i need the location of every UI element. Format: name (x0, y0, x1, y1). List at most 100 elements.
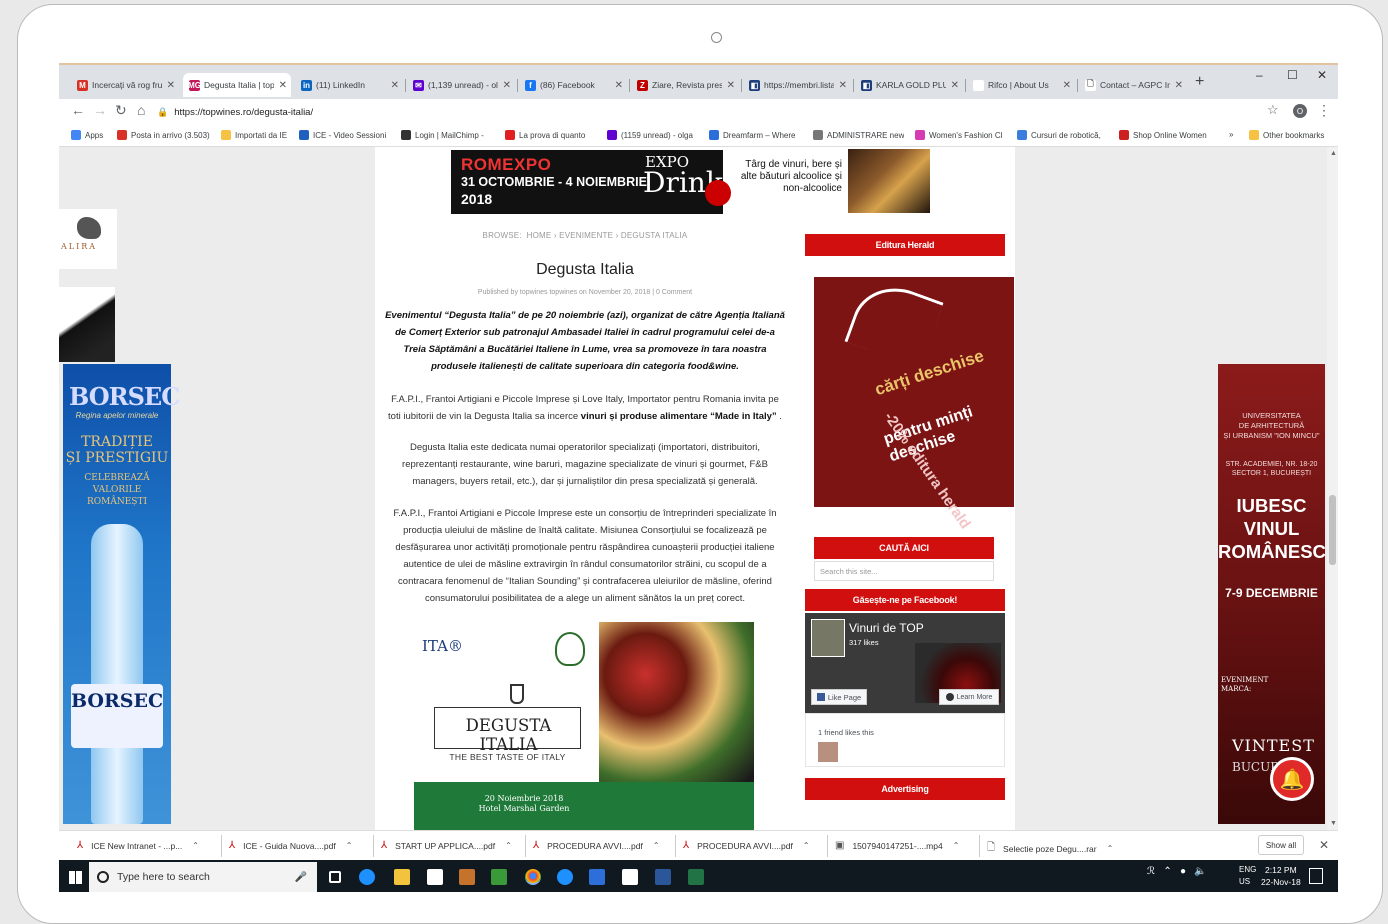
browser-tab[interactable]: ◧ https://membri.lista ✕ (743, 73, 851, 97)
friend-avatar[interactable] (818, 742, 838, 762)
tab-close-icon[interactable]: ✕ (167, 80, 175, 91)
breadcrumb-home[interactable]: HOME (527, 231, 552, 240)
browser-tab[interactable]: Rifco | About Us ✕ (967, 73, 1075, 97)
expo-drink-banner[interactable]: ROMEXPO 31 OCTOMBRIE - 4 NOIEMBRIE 2018 … (451, 150, 731, 214)
browser-tab[interactable]: f (86) Facebook ✕ (519, 73, 627, 97)
page-scrollbar[interactable]: ▲ ▼ (1327, 147, 1338, 830)
tab-close-icon[interactable]: ✕ (279, 80, 287, 91)
chevron-up-icon[interactable]: ⌃ (505, 841, 512, 850)
tab-close-icon[interactable]: ✕ (1063, 80, 1071, 91)
fb-learn-more-button[interactable]: Learn More (939, 689, 999, 705)
profile-avatar[interactable]: O (1293, 104, 1307, 118)
browser-tab[interactable]: ◧ KARLA GOLD PLUS ✕ (855, 73, 963, 97)
show-all-downloads-button[interactable]: Show all (1258, 835, 1304, 855)
chevron-up-icon[interactable]: ⌃ (803, 841, 810, 850)
file-explorer-icon[interactable] (394, 869, 410, 885)
tab-close-icon[interactable]: ✕ (503, 80, 511, 91)
microphone-icon[interactable]: 🎤 (295, 872, 307, 883)
system-tray[interactable]: ℛ ⌃ ● 🔈 (1147, 866, 1207, 877)
bookmark-item[interactable]: ADMINISTRARE new (813, 130, 904, 140)
bookmark-item[interactable]: Cursuri de robotică, (1017, 130, 1101, 140)
download-item[interactable]: ⅄ PROCEDURA AVVI....pdf ⌃ (533, 840, 660, 851)
mail-icon[interactable] (622, 869, 638, 885)
store-icon[interactable] (427, 869, 443, 885)
app-icon[interactable] (491, 869, 507, 885)
download-item[interactable]: ▣ 1507940147251-....mp4 ⌃ (835, 840, 959, 851)
facebook-page-widget[interactable]: Vinuri de TOP 317 likes Like Page Learn … (805, 613, 1005, 713)
chevron-up-icon[interactable]: ⌃ (346, 841, 353, 850)
bookmark-item[interactable]: Dreamfarm – Where (709, 130, 795, 140)
tab-close-icon[interactable]: ✕ (391, 80, 399, 91)
chrome-icon[interactable] (525, 869, 541, 885)
menu-icon[interactable]: ⋮ (1317, 102, 1331, 119)
more-bookmarks-icon[interactable]: » (1229, 130, 1233, 139)
excel-icon[interactable] (688, 869, 704, 885)
download-item[interactable]: ⅄ START UP APPLICA....pdf ⌃ (381, 840, 512, 851)
download-app-icon[interactable] (589, 869, 605, 885)
bookmark-item[interactable]: (1159 unread) - olga (607, 130, 693, 140)
borsec-ad[interactable]: BORSEC Regina apelor minerale TRADIȚIE Ș… (63, 364, 180, 824)
download-item[interactable]: 🗋 Selectie poze Degu....rar ⌃ (987, 840, 1113, 857)
other-bookmarks[interactable]: Other bookmarks (1249, 130, 1324, 140)
edge-icon[interactable] (359, 869, 375, 885)
alira-logo-ad[interactable]: ALIRA (59, 209, 117, 269)
home-icon[interactable]: ⌂ (137, 102, 145, 118)
breadcrumb-evenimente[interactable]: EVENIMENTE (559, 231, 613, 240)
scroll-up-icon[interactable]: ▲ (1330, 150, 1337, 157)
iubesc-vinul-romanesc-ad[interactable]: UNIVERSITATEA DE ARHITECTURĂ ȘI URBANISM… (1218, 364, 1326, 824)
windows-start-icon[interactable] (69, 871, 82, 884)
tab-close-icon[interactable]: ✕ (615, 80, 623, 91)
taskbar-search[interactable]: Type here to search 🎤 (89, 862, 317, 892)
wine-bottle-ad-image[interactable] (59, 287, 115, 362)
site-search-input[interactable]: Search this site... (814, 561, 994, 581)
task-view-icon[interactable] (329, 871, 341, 883)
fb-like-page-button[interactable]: Like Page (811, 689, 867, 705)
tab-close-icon[interactable]: ✕ (951, 80, 959, 91)
new-tab-icon[interactable]: + (1195, 73, 1204, 91)
tab-close-icon[interactable]: ✕ (727, 80, 735, 91)
bookmark-item[interactable]: Importati da IE (221, 130, 287, 140)
browser-tab[interactable]: Z Ziare, Revista prese ✕ (631, 73, 739, 97)
bookmark-item[interactable]: Women's Fashion Cl (915, 130, 1002, 140)
bookmark-item[interactable]: Login | MailChimp - (401, 130, 484, 140)
fb-page-name[interactable]: Vinuri de TOP (849, 621, 924, 635)
download-item[interactable]: ⅄ ICE New Intranet - ...p... ⌃ (77, 840, 199, 851)
fb-page-thumbnail[interactable] (811, 619, 845, 657)
clock[interactable]: 2:12 PM 22-Nov-18 (1261, 864, 1301, 888)
minimize-icon[interactable]: – (1256, 68, 1263, 82)
bookmark-item[interactable]: Shop Online Women (1119, 130, 1207, 140)
browser-tab[interactable]: in (11) LinkedIn ✕ (295, 73, 403, 97)
close-window-icon[interactable]: ✕ (1317, 68, 1327, 82)
bookmark-item[interactable]: ICE - Video Sessioni (299, 130, 386, 140)
reload-icon[interactable]: ↻ (115, 102, 127, 119)
editura-herald-ad[interactable]: cărți deschise pentru minți deschise -20… (814, 275, 1014, 532)
address-bar[interactable]: 🔒 https://topwines.ro/degusta-italia/ (157, 102, 1299, 122)
input-language[interactable]: ENG US (1239, 864, 1256, 888)
word-icon[interactable] (655, 869, 671, 885)
maximize-icon[interactable]: ☐ (1287, 68, 1298, 82)
browser-tab[interactable]: ✉ (1,139 unread) - oly ✕ (407, 73, 515, 97)
browser-tab[interactable]: M Incercați vă rog fru ✕ (71, 73, 179, 97)
tab-close-icon[interactable]: ✕ (1175, 80, 1183, 91)
bookmark-item[interactable]: Apps (71, 130, 103, 140)
back-icon[interactable]: ← (71, 102, 85, 118)
download-item[interactable]: ⅄ PROCEDURA AVVI....pdf ⌃ (683, 840, 810, 851)
bookmark-item[interactable]: La prova di quanto (505, 130, 585, 140)
browser-tab[interactable]: MG Degusta Italia | top ✕ (183, 73, 291, 97)
scroll-down-icon[interactable]: ▼ (1330, 820, 1337, 827)
bookmark-item[interactable]: Posta in arrivo (3.503) (117, 130, 210, 140)
chevron-up-icon[interactable]: ⌃ (653, 841, 660, 850)
notification-bell-icon[interactable]: 🔔 (1270, 757, 1314, 801)
close-downloads-icon[interactable]: ✕ (1319, 838, 1329, 852)
browser-tab[interactable]: 🗋 Contact – AGPC Im ✕ (1079, 73, 1187, 97)
chevron-up-icon[interactable]: ⌃ (953, 841, 960, 850)
action-center-icon[interactable] (1309, 868, 1323, 884)
ie-icon[interactable] (557, 869, 573, 885)
forward-icon[interactable]: → (93, 102, 107, 118)
bookmark-star-icon[interactable]: ☆ (1267, 102, 1279, 118)
download-item[interactable]: ⅄ ICE - Guida Nuova....pdf ⌃ (229, 840, 352, 851)
chevron-up-icon[interactable]: ⌃ (192, 841, 199, 850)
url-text[interactable]: https://topwines.ro/degusta-italia/ (174, 107, 313, 118)
chevron-up-icon[interactable]: ⌃ (1107, 844, 1114, 853)
scroll-thumb[interactable] (1329, 495, 1336, 565)
